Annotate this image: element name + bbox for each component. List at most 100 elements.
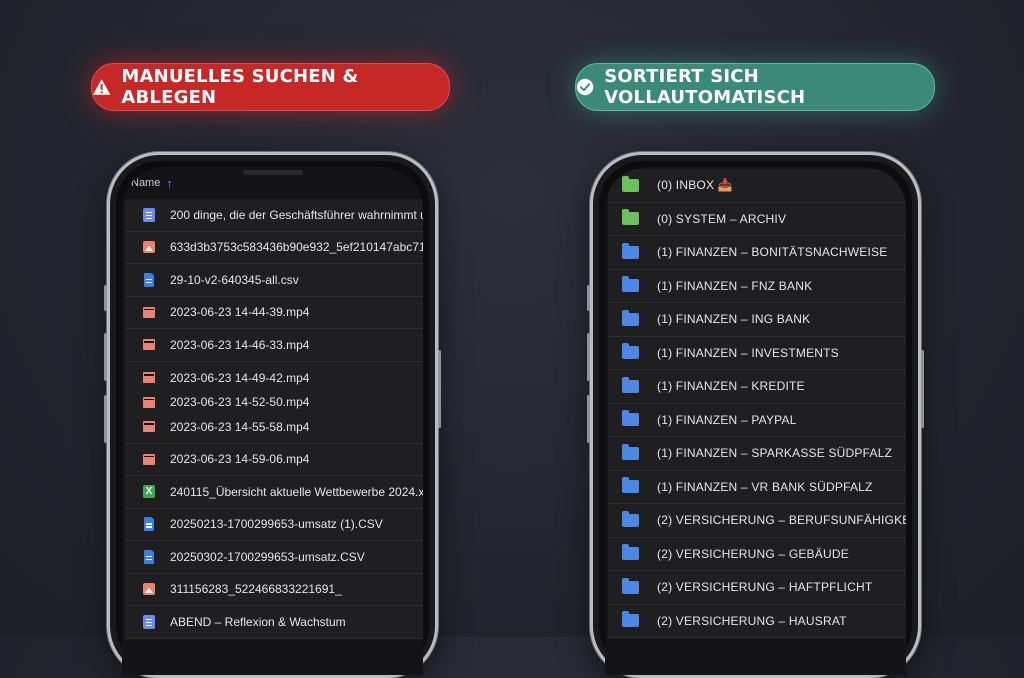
file-name: 2023-06-23 14-46-33.mp4 [170,337,310,352]
folder-row[interactable]: (1) FINANZEN – ING BANK [608,303,906,337]
video-icon [142,338,156,352]
file-row[interactable]: 2023-06-23 14-44-39.mp4 [125,296,423,329]
folder-name: (1) FINANZEN – INVESTMENTS [657,345,839,360]
file-row[interactable]: 2023-06-23 14-46-33.mp4 [125,329,423,362]
folder-row[interactable]: (1) FINANZEN – BONITÄTSNACHWEISE [608,236,906,270]
phone-side-button [104,333,107,381]
doc-icon [142,614,156,629]
folder-icon [622,410,639,427]
folder-row[interactable]: (2) VERSICHERUNG – GEBÄUDE [608,537,906,571]
folder-row[interactable]: (1) FINANZEN – PAYPAL [608,403,906,437]
video-icon [142,395,156,409]
file-name: 240115_Übersicht aktuelle Wettbewerbe 20… [170,484,423,499]
folder-row[interactable]: (1) FINANZEN – SPARKASSE SÜDPFALZ [608,437,906,471]
folder-icon [622,611,639,628]
folder-row[interactable]: (1) FINANZEN – FNZ BANK [608,269,906,303]
folder-name: (2) VERSICHERUNG – HAUSRAT [657,613,847,628]
csv-icon [142,517,156,532]
file-name: 2023-06-23 14-55-58.mp4 [170,419,310,434]
folder-row[interactable]: (1) FINANZEN – VR BANK SÜDPFALZ [608,470,906,504]
image-icon [142,240,156,254]
file-row[interactable]: 2023-06-23 14-49-42.mp4 [125,365,423,390]
folder-icon [622,544,639,561]
file-name: 20250302-1700299653-umsatz.CSV [170,549,365,564]
phone-manual: Name ↑ 200 dinge, die der Geschäftsführe… [104,152,441,678]
automatic-banner: SORTIERT SICH VOLLAUTOMATISCH [575,63,935,111]
folder-name: (2) VERSICHERUNG – GEBÄUDE [657,546,849,561]
phone-side-button [587,333,590,381]
file-row[interactable]: 29-10-v2-640345-all.csv [125,264,423,297]
phone-side-button [921,350,924,428]
folder-name: (1) FINANZEN – KREDITE [657,379,805,394]
folder-icon [622,510,639,527]
folder-icon [622,376,639,393]
folder-browser-screen: (0) INBOX 📥 (0) SYSTEM – ARCHIV (1) FINA… [605,167,906,675]
arrow-up-icon: ↑ [166,175,173,191]
check-circle-icon [576,78,594,96]
file-name: 311156283_522466833221691_ [170,582,342,597]
file-row[interactable]: 2023-06-23 14-52-50.mp4 [125,390,423,415]
folder-name: (1) FINANZEN – VR BANK SÜDPFALZ [657,479,873,494]
file-row[interactable]: 200 dinge, die der Geschäftsführer wahrn… [125,199,423,232]
file-row[interactable]: ABEND – Reflexion & Wachstum [125,606,423,639]
folder-icon [622,209,639,226]
sort-header-label: Name [131,177,161,189]
phone-side-button [104,395,107,443]
file-name: 29-10-v2-640345-all.csv [170,272,299,287]
folder-icon [622,309,639,326]
file-row[interactable]: 633d3b3753c583436b90e932_5ef210147abc718… [125,231,423,264]
file-row[interactable]: 20250213-1700299653-umsatz (1).CSV [125,508,423,541]
file-name: 200 dinge, die der Geschäftsführer wahrn… [170,207,423,222]
video-icon [142,452,156,466]
folder-row[interactable]: (1) FINANZEN – KREDITE [608,370,906,404]
doc-icon [142,207,156,222]
automatic-banner-label: SORTIERT SICH VOLLAUTOMATISCH [604,66,806,108]
folder-row[interactable]: (0) SYSTEM – ARCHIV [608,202,906,236]
file-name: ABEND – Reflexion & Wachstum [170,614,346,629]
image-icon [142,582,156,596]
file-row[interactable]: 2023-06-23 14-59-06.mp4 [125,443,423,476]
file-name: 20250213-1700299653-umsatz (1).CSV [170,517,383,532]
warning-icon [92,79,111,95]
phone-side-button [587,285,590,311]
folder-icon [622,175,639,192]
manual-banner-label: MANUELLES SUCHEN & ABLEGEN [121,66,359,108]
folder-icon [622,477,639,494]
folder-name: (2) VERSICHERUNG – HAFTPFLICHT [657,580,873,595]
folder-icon [622,343,639,360]
folder-name: (2) VERSICHERUNG – BERUFSUNFÄHIGKEIT [657,513,906,528]
file-row[interactable]: 20250302-1700299653-umsatz.CSV [125,541,423,574]
file-row[interactable]: 2023-06-23 14-55-58.mp4 [125,414,423,439]
file-browser-screen: Name ↑ 200 dinge, die der Geschäftsführe… [122,167,423,675]
folder-row[interactable]: (2) VERSICHERUNG – HAFTPFLICHT [608,571,906,605]
folder-icon [622,443,639,460]
folder-name: (1) FINANZEN – PAYPAL [657,412,797,427]
phone-automatic: (0) INBOX 📥 (0) SYSTEM – ARCHIV (1) FINA… [587,152,924,678]
folder-name: (1) FINANZEN – FNZ BANK [657,278,813,293]
video-icon [142,371,156,385]
file-row[interactable]: 311156283_522466833221691_ [125,573,423,606]
folder-icon [622,276,639,293]
folder-row[interactable]: (2) VERSICHERUNG – BERUFSUNFÄHIGKEIT [608,504,906,538]
folder-name: (1) FINANZEN – SPARKASSE SÜDPFALZ [657,446,893,461]
folder-name: (0) SYSTEM – ARCHIV [657,211,787,226]
folder-row[interactable]: (1) FINANZEN – INVESTMENTS [608,336,906,370]
file-name: 2023-06-23 14-59-06.mp4 [170,452,310,467]
phone-notch [242,170,303,175]
file-name: 2023-06-23 14-44-39.mp4 [170,305,310,320]
csv-icon [142,272,156,287]
video-icon [142,305,156,319]
folder-row[interactable]: (2) VERSICHERUNG – HAUSRAT [608,604,906,638]
file-name: 2023-06-23 14-52-50.mp4 [170,395,310,409]
folder-name: (1) FINANZEN – ING BANK [657,312,811,327]
folder-row[interactable]: (0) INBOX 📥 [608,169,906,203]
file-row[interactable]: X 240115_Übersicht aktuelle Wettbewerbe … [125,476,423,509]
manual-banner: MANUELLES SUCHEN & ABLEGEN [91,63,450,111]
folder-name: (0) INBOX 📥 [657,178,733,193]
folder-list: (0) INBOX 📥 (0) SYSTEM – ARCHIV (1) FINA… [608,169,906,638]
file-group: 2023-06-23 14-49-42.mp4 2023-06-23 14-52… [125,361,423,444]
phone-side-button [438,350,441,428]
phone-side-button [104,285,107,311]
spreadsheet-icon: X [142,485,156,499]
folder-name: (1) FINANZEN – BONITÄTSNACHWEISE [657,245,888,260]
